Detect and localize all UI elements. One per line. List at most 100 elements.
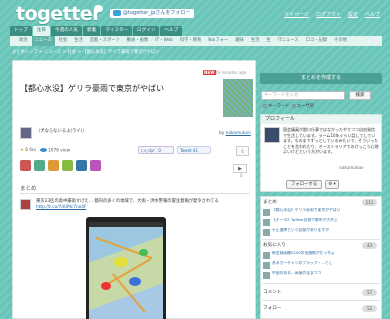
category-misc[interactable]: その他 [331,36,350,46]
divider [262,300,380,301]
category-news[interactable]: ニュース [31,36,55,46]
profile-username[interactable]: nakamukan [339,165,364,170]
tweet-avatar[interactable] [20,199,31,210]
settings-dropdown[interactable]: ⚙ ▾ [325,180,339,189]
create-matome-button[interactable]: まとめを作成する [260,73,382,84]
item-thumb-icon [263,252,270,259]
user-icon[interactable] [76,160,87,171]
weather-map-image[interactable] [89,222,163,319]
list-heading-follow[interactable]: フォロー [263,305,281,311]
togetter-logo[interactable]: togetter [16,3,102,25]
byline-prefix: by [219,131,225,136]
list-item[interactable]: 中国のある…高値のままつつ [263,271,379,282]
category-science[interactable]: 科学・教育 [177,36,204,46]
link-mypage[interactable]: マイページ [284,11,309,18]
user-icon[interactable] [48,160,59,171]
category-it[interactable]: IT・Web [152,36,176,46]
count-badge: 52 [362,305,377,312]
time-ago: 46 minutes ago [215,70,247,75]
category-entertainment[interactable]: 芸能・スポーツ [87,36,123,46]
count-badge: 111 [362,199,377,206]
list-heading-comments[interactable]: コメント [263,289,281,295]
user-icon[interactable] [20,160,31,171]
twitter-follow-button[interactable]: @togetter_jpさんをフォロー [110,9,194,18]
divider [20,193,250,194]
map-area [89,227,163,319]
section-heading: まとめ [20,186,37,192]
category-other2[interactable]: 生 [263,36,273,46]
fav-count[interactable]: ★ 6 fav [20,148,36,153]
list-item-label: 不正選挙という記録がありますが [272,228,329,232]
fav-box[interactable]: 6 [236,146,249,156]
divider [262,239,380,240]
link-help[interactable]: ヘルプ [365,11,380,18]
page-title: 【都心水没】ゲリラ豪雨で東京がやばい [20,84,164,93]
author-avatar[interactable] [20,127,32,139]
main-nav: トップ 注目 今週の人気 新着 マイスター ログイン ヘルプ [10,26,382,36]
favorited-users [20,160,101,171]
nav-item-new[interactable]: 新着 [82,26,101,36]
category-other1[interactable]: Naiフォー [205,36,231,46]
item-thumb-icon [263,229,270,236]
speech-bubble-icon [94,5,103,12]
list-heading-matome[interactable]: まとめ [263,199,277,205]
link-logout[interactable]: ログアウト [316,11,341,18]
site-header: togetter @togetter_jpさんをフォロー マイページ ログアウト… [0,0,390,26]
nav-item-login[interactable]: ログイン [133,26,160,36]
category-itnews[interactable]: ITニュース [275,36,302,46]
facebook-like-button[interactable]: いいね！ 0 [138,146,174,154]
radio-user[interactable] [291,103,296,108]
category-life2[interactable]: 生活 [248,36,263,46]
category-life[interactable]: 生活 [71,36,86,46]
nav-item-featured[interactable]: 注目 [32,26,50,36]
fav-count-label: 6 fav [25,148,37,153]
nav-item-top[interactable]: トップ [10,26,32,36]
search-button[interactable]: 検索 [349,91,371,100]
profile-avatar[interactable] [264,127,280,143]
follow-button[interactable]: フォローする [286,180,322,189]
user-icon[interactable] [90,160,101,171]
twitter-bird-icon [113,9,121,16]
category-hobby[interactable]: 趣味 [232,36,247,46]
list-item-label: 中国のある…高値のままつつ [272,271,322,275]
new-badge: NEW [203,70,216,75]
article-thumbnail[interactable] [223,79,253,117]
search-input[interactable]: キーワードを入力 [261,91,345,100]
category-media[interactable]: 動画・画像 [124,36,151,46]
rain-cell [129,277,141,286]
item-thumb-icon [263,219,270,226]
twitter-follow-label: @togetter_jpさんをフォロー [123,10,191,16]
tweet-button[interactable]: Tweet 41 [177,146,211,154]
tweet-body: 東京23区の高中豪雨すげえ… 都内の多くの地域で、大雨・洪水警報の雷注意報が発令… [36,199,219,204]
tweet-link[interactable]: http://t.co/YdUMc7no4F [36,205,87,210]
profile-description: 国会議員が超ロ仕事ではなかったやりつつ自由発信で生活しています。ラーム10年ぐら… [283,127,379,155]
nav-item-help[interactable]: ヘルプ [160,26,183,36]
category-politics[interactable]: 政治 [16,36,31,46]
byline: by nakamukan [219,131,251,136]
category-society[interactable]: 社会 [56,36,71,46]
list-heading-favorites[interactable]: お気に入り [263,242,286,248]
radio-keyword-label: キーワード [268,104,290,109]
view-count: 1076 view [40,148,70,154]
search-type-radios: キーワード ユーザ名 [262,103,314,109]
list-item-label: あるカーチャンのブラック・…とし [272,261,333,265]
user-icon[interactable] [62,160,73,171]
link-settings[interactable]: 設定 [348,11,358,18]
list-item-label: 【都心水没】ゲリラ豪雨で東京がやばい [272,208,341,212]
view-count-label: 1076 view [48,148,71,154]
nav-item-weekly[interactable]: 今週の人気 [51,26,82,36]
category-logo[interactable]: ロゴ・記録 [303,36,330,46]
nav-item-meister[interactable]: マイスター [101,26,133,36]
list-item[interactable]: 不正選挙という記録がありますが [263,228,379,239]
count-badge: 57 [362,289,377,296]
star-icon: ★ [20,148,24,153]
author-link[interactable]: nakamukan [226,131,251,136]
header-links: マイページ ログアウト 設定 ヘルプ [284,11,380,18]
breadcrumb[interactable]: まとめトップ > ニュース > 社会 > 【都心水没】ゲリラ豪雨で東京がやばい [12,49,160,55]
expand-button[interactable]: ▶ [233,164,247,173]
user-icon[interactable] [34,160,45,171]
item-thumb-icon [263,262,270,269]
radio-keyword[interactable] [263,103,267,108]
list-item-label: 新型録画機2200の低価格がだっちょ [272,251,335,255]
profile-heading: プロフィール [261,115,381,124]
